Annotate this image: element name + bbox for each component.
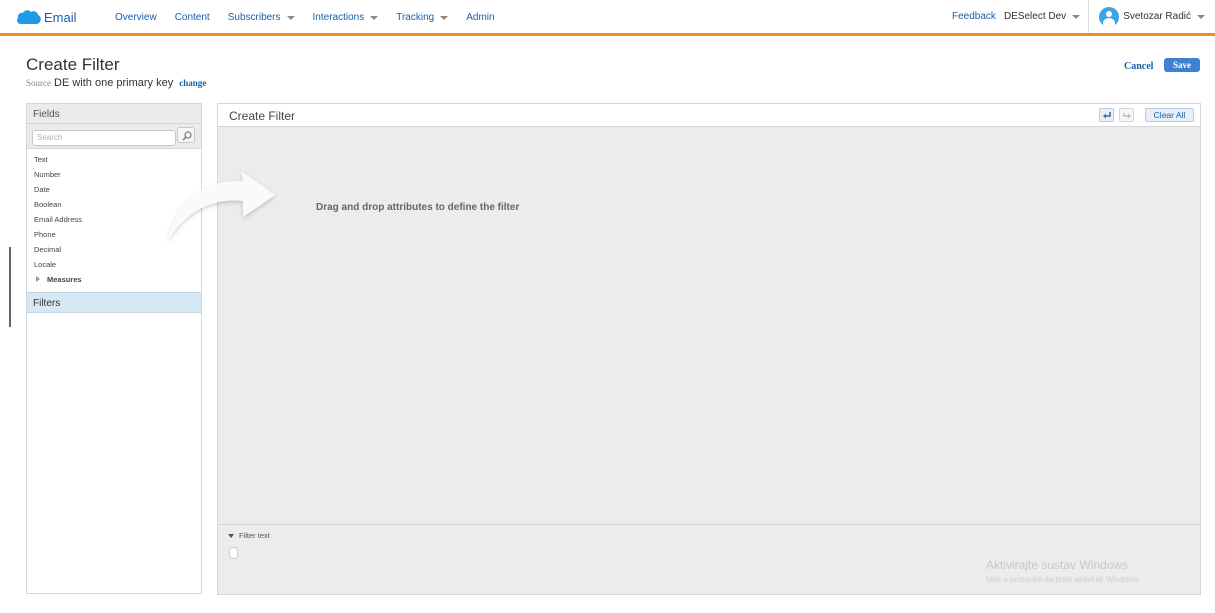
nav-subscribers-label: Subscribers — [227, 12, 281, 23]
undo-button[interactable] — [1099, 108, 1114, 122]
field-group-measures-label: Measures — [47, 275, 82, 284]
filter-builder-header: Create Filter Clear All — [218, 104, 1200, 127]
nav-interactions[interactable]: Interactions — [313, 12, 379, 23]
chevron-down-icon — [440, 15, 449, 20]
app-name[interactable]: Email — [44, 10, 77, 25]
expand-arrow-icon[interactable] — [36, 276, 40, 282]
filter-drop-zone[interactable]: Drag and drop attributes to define the f… — [168, 127, 1200, 524]
search-button[interactable] — [177, 127, 195, 143]
main-nav: Overview Content Subscribers Interaction… — [115, 12, 513, 23]
page-title: Create Filter — [26, 55, 120, 74]
nav-overview-label: Overview — [115, 12, 157, 23]
field-item-locale[interactable]: Locale — [27, 257, 201, 272]
nav-overview[interactable]: Overview — [115, 12, 157, 23]
nav-interactions-label: Interactions — [312, 12, 365, 23]
chevron-down-icon — [228, 533, 234, 538]
drop-hint-text: Drag and drop attributes to define the f… — [316, 202, 520, 213]
chevron-down-icon — [370, 15, 379, 20]
change-source-link[interactable]: change — [179, 78, 206, 88]
filter-text-output — [229, 547, 238, 559]
redo-button[interactable] — [1119, 108, 1134, 122]
filter-text-toggle[interactable]: Filter text — [228, 531, 270, 540]
app-root: Email Overview Content Subscribers Inter… — [0, 0, 1215, 613]
business-unit-label: DESelect Dev — [1003, 11, 1067, 22]
avatar — [1099, 6, 1120, 27]
nav-subscribers[interactable]: Subscribers — [228, 12, 295, 23]
filter-text-label: Filter text — [239, 531, 270, 540]
search-input[interactable] — [32, 129, 176, 146]
chevron-down-icon — [286, 15, 295, 20]
user-menu[interactable]: Svetozar Radić — [1089, 6, 1215, 27]
search-icon — [182, 131, 192, 141]
business-unit-selector[interactable]: DESelect Dev — [1003, 11, 1081, 22]
windows-activation-watermark-title: Aktivirajte sustav Windows — [986, 558, 1129, 572]
feedback-link[interactable]: Feedback — [952, 11, 996, 22]
nav-admin[interactable]: Admin — [466, 12, 494, 23]
edge-resize-handle[interactable] — [9, 247, 11, 327]
chevron-down-icon — [1072, 14, 1081, 19]
field-search — [27, 124, 201, 149]
salesforce-cloud-logo-icon[interactable] — [16, 9, 42, 25]
undo-icon — [1103, 112, 1111, 119]
filter-builder-panel: Create Filter Clear All Drag and drop at… — [168, 103, 1201, 595]
nav-content[interactable]: Content — [175, 12, 210, 23]
clear-all-button[interactable]: Clear All — [1145, 108, 1194, 122]
field-group-measures[interactable]: Measures — [27, 272, 201, 287]
right-nav: Feedback DESelect Dev Svetozar Radić — [952, 0, 1215, 33]
source-label: Source — [26, 78, 51, 88]
filters-header[interactable]: Filters — [27, 292, 201, 313]
top-navigation-bar: Email Overview Content Subscribers Inter… — [0, 0, 1215, 36]
nav-admin-label: Admin — [466, 12, 495, 23]
nav-content-label: Content — [174, 12, 210, 23]
nav-tracking[interactable]: Tracking — [396, 12, 449, 23]
filter-builder-title: Create Filter — [229, 109, 296, 123]
windows-activation-watermark-subtitle: Idite u postavke da biste aktivirali Win… — [986, 575, 1141, 584]
curved-arrow-icon — [168, 171, 275, 240]
cancel-button[interactable]: Cancel — [1124, 61, 1153, 72]
save-button[interactable]: Save — [1164, 58, 1200, 72]
source-row: Source DE with one primary key change — [26, 77, 206, 89]
chevron-down-icon — [1197, 14, 1205, 19]
source-name: DE with one primary key — [54, 77, 174, 89]
fields-header: Fields — [27, 104, 201, 124]
redo-icon — [1123, 113, 1131, 119]
user-name: Svetozar Radić — [1123, 11, 1191, 22]
nav-tracking-label: Tracking — [396, 12, 435, 23]
